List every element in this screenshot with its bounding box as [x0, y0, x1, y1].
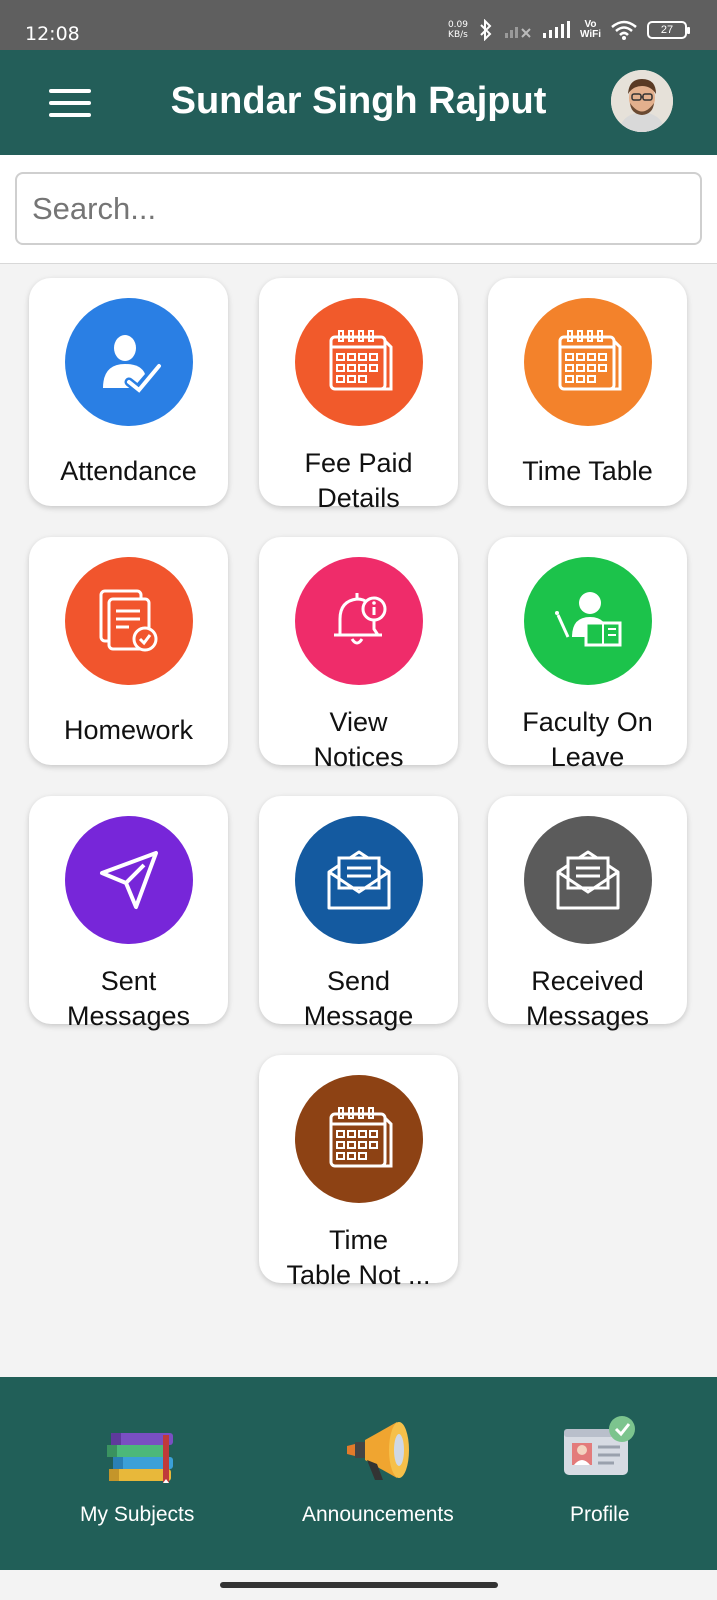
tile-view-notices[interactable]: View Notices — [259, 537, 458, 772]
tile-label: Attendance — [60, 456, 197, 486]
tile-label: Homework — [63, 715, 194, 745]
tile-label: Send Message — [259, 964, 458, 1034]
status-bar: 12:08 0.09 KB/s Vo WiFi 27 — [0, 0, 717, 50]
tile-label-line2: Table Not ... — [286, 1260, 431, 1290]
vowifi-indicator: Vo WiFi — [580, 20, 601, 40]
tile-label-line2: Leave — [550, 742, 625, 772]
page-title: Sundar Singh Rajput — [170, 80, 547, 122]
tile-homework[interactable]: Homework — [29, 537, 228, 765]
books-icon — [107, 1433, 173, 1483]
tile-fee-paid-details[interactable]: Fee Paid Details — [259, 278, 458, 513]
send-icon — [65, 816, 193, 944]
nav-label: My Subjects — [80, 1503, 195, 1526]
tile-label-line2: Message — [303, 1001, 414, 1031]
tile-label-line1: Received — [531, 966, 644, 996]
tile-received-messages[interactable]: Received Messages — [488, 796, 687, 1031]
tile-label-line2: Notices — [313, 742, 404, 772]
tile-send-message[interactable]: Send Message — [259, 796, 458, 1031]
app-bar: Sundar Singh Rajput — [0, 50, 717, 155]
tile-label-line1: Time — [329, 1225, 388, 1255]
faculty-icon — [524, 557, 652, 685]
megaphone-icon — [347, 1422, 409, 1480]
tile-label: Time Table Not ... — [259, 1223, 458, 1293]
tile-label: View Notices — [259, 705, 458, 775]
tile-label-line1: Faculty On — [522, 707, 653, 737]
wifi-icon — [611, 20, 637, 40]
tile-label-line2: Messages — [525, 1001, 650, 1031]
envelope-icon — [295, 816, 423, 944]
nav-label: Profile — [570, 1503, 630, 1526]
tile-time-table-not-marked[interactable]: Time Table Not ... — [259, 1055, 458, 1290]
calendar-icon — [295, 298, 423, 426]
user-avatar[interactable] — [611, 70, 673, 132]
tile-label-line2: Messages — [66, 1001, 191, 1031]
avatar-person-icon — [611, 70, 673, 132]
nav-announcements[interactable]: Announcements — [290, 1377, 490, 1570]
gesture-home-bar[interactable] — [220, 1582, 498, 1588]
tile-attendance[interactable]: Attendance — [29, 278, 228, 506]
tile-label-line1: Fee Paid — [304, 448, 413, 478]
bluetooth-icon — [480, 19, 492, 41]
signal-icon — [542, 21, 570, 38]
search-input[interactable] — [15, 172, 702, 245]
tile-label: Received Messages — [488, 964, 687, 1034]
speed-value: 0.09 — [447, 20, 468, 30]
signal-off-icon — [504, 27, 531, 38]
tile-time-table[interactable]: Time Table — [488, 278, 687, 506]
tile-label: Sent Messages — [29, 964, 228, 1034]
tile-faculty-on-leave[interactable]: Faculty On Leave — [488, 537, 687, 772]
tile-label-line1: Sent — [100, 966, 157, 996]
tile-label-line1: View — [329, 707, 388, 737]
network-speed: 0.09 KB/s — [448, 20, 468, 40]
attendance-icon — [65, 298, 193, 426]
homework-icon — [65, 557, 193, 685]
tile-label-line1: Send — [326, 966, 391, 996]
bottom-navigation: My Subjects Announcements Profile — [0, 1377, 717, 1570]
tile-label: Time Table — [522, 456, 653, 486]
speed-unit: KB/s — [448, 30, 468, 40]
nav-my-subjects[interactable]: My Subjects — [60, 1377, 220, 1570]
status-time: 12:08 — [25, 23, 80, 45]
envelope-icon — [524, 816, 652, 944]
wifi-text: WiFi — [579, 29, 601, 40]
tile-label: Fee Paid Details — [259, 446, 458, 516]
nav-profile[interactable]: Profile — [545, 1377, 665, 1570]
calendar-icon — [295, 1075, 423, 1203]
tile-sent-messages[interactable]: Sent Messages — [29, 796, 228, 1031]
calendar-icon — [524, 298, 652, 426]
nav-label: Announcements — [302, 1503, 454, 1526]
status-icons: 0.09 KB/s Vo WiFi 27 — [448, 19, 690, 41]
search-section — [0, 155, 717, 264]
battery-indicator: 27 — [647, 21, 690, 39]
tile-label: Faculty On Leave — [488, 705, 687, 775]
id-card-icon — [564, 1416, 635, 1475]
notice-bell-icon — [295, 557, 423, 685]
tile-label-line2: Details — [317, 483, 400, 513]
